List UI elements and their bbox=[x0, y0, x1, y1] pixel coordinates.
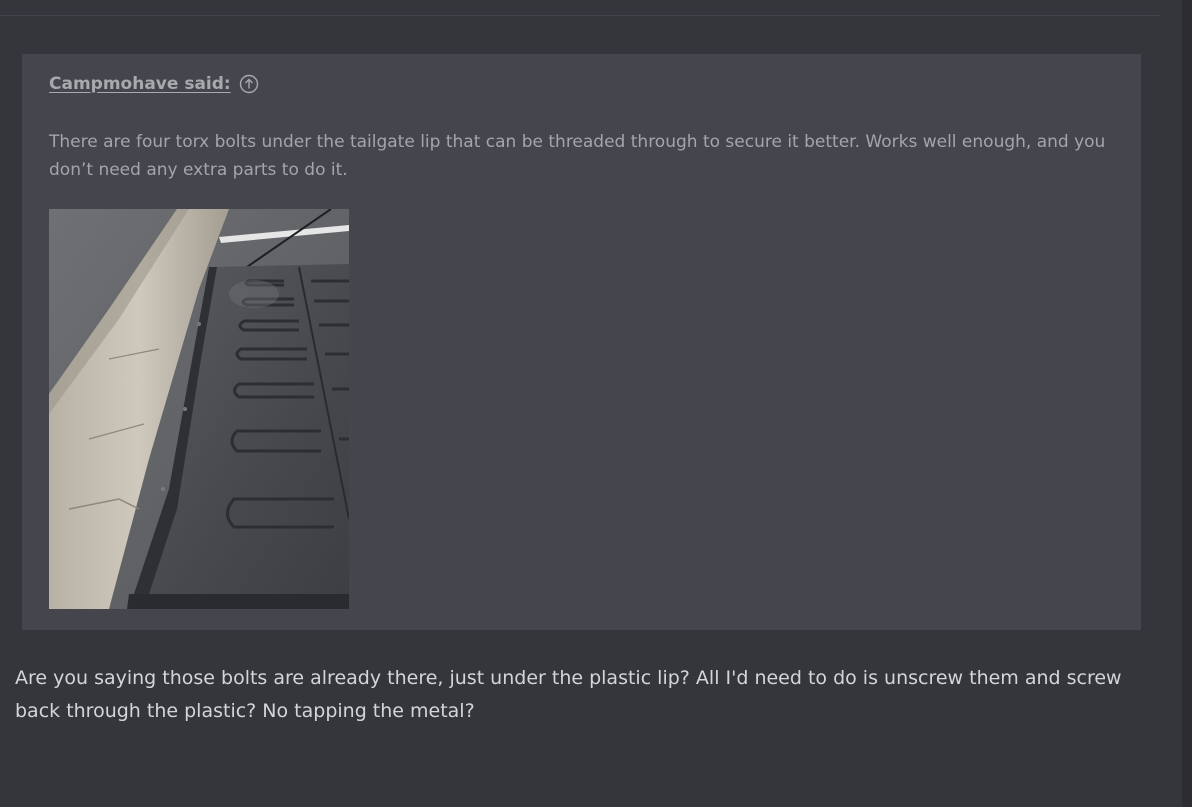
tailgate-photo[interactable] bbox=[49, 209, 349, 609]
post-divider bbox=[0, 15, 1160, 16]
reply-text: Are you saying those bolts are already t… bbox=[15, 667, 1122, 722]
quote-header: Campmohave said: bbox=[49, 72, 259, 96]
quote-text: There are four torx bolts under the tail… bbox=[49, 132, 1106, 180]
quote-block: Campmohave said: There are four torx bol… bbox=[22, 54, 1141, 630]
quote-author-link[interactable]: Campmohave said: bbox=[49, 74, 231, 94]
forum-post: Campmohave said: There are four torx bol… bbox=[0, 0, 1192, 807]
arrow-up-circle-icon[interactable] bbox=[239, 74, 259, 94]
scrollbar-track[interactable] bbox=[1182, 0, 1192, 807]
